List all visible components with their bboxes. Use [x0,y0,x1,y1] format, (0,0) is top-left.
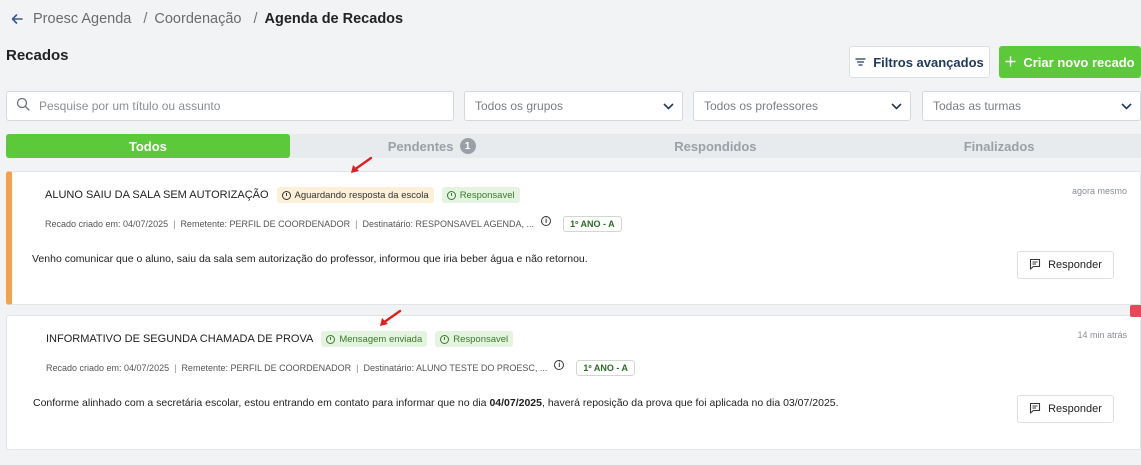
meta-separator: | [356,363,359,373]
status-badge-label: Mensagem enviada [339,333,423,345]
classes-select-value: Todas as turmas [933,99,1022,113]
filter-icon [855,55,866,70]
recipient: Destinatário: RESPONSAVEL AGENDA, ... [362,219,535,229]
message-meta: Recado criado em: 04/07/2025 | Remetente… [46,360,636,376]
class-badge: 1º ANO - A [563,216,622,232]
pending-count-badge: 1 [459,138,476,154]
message-icon [1029,258,1041,273]
sender: Remetente: PERFIL DE COORDENADOR [180,219,351,229]
classes-select[interactable]: Todas as turmas [922,91,1141,121]
search-box[interactable] [6,91,454,121]
clock-icon [440,334,450,344]
teachers-select-value: Todos os professores [704,99,819,113]
tab-pendentes[interactable]: Pendentes 1 [290,134,574,158]
message-card[interactable]: ALUNO SAIU DA SALA SEM AUTORIZAÇÃO Aguar… [6,171,1141,305]
reply-label: Responder [1048,259,1102,271]
groups-select-value: Todos os grupos [475,99,564,113]
reply-label: Responder [1048,403,1102,415]
search-icon [16,97,30,116]
chevron-down-icon [663,99,674,113]
message-time: agora mesmo [1071,186,1127,196]
teachers-select[interactable]: Todos os professores [693,91,911,121]
meta-separator: | [173,219,176,229]
tab-todos[interactable]: Todos [6,134,290,158]
status-tabs: Todos Pendentes 1 Respondidos Finalizado… [6,134,1141,158]
audience-badge: Responsavel [441,187,520,203]
message-title-row: INFORMATIVO DE SEGUNDA CHAMADA DE PROVA … [46,331,514,347]
annotation-arrow-icon [351,156,373,173]
info-icon[interactable]: i [541,216,552,226]
status-badge: Mensagem enviada [321,331,428,347]
audience-badge: Responsavel [435,331,514,347]
breadcrumb-separator: / [253,11,258,27]
create-message-button[interactable]: Criar novo recado [999,46,1141,78]
audience-badge-label: Responsavel [453,333,509,345]
clock-icon [281,190,291,200]
message-body: Venho comunicar que o aluno, saiu da sal… [32,253,588,265]
breadcrumb-separator: / [143,11,148,27]
class-badge: 1º ANO - A [576,360,636,376]
reply-button[interactable]: Responder [1017,251,1114,279]
message-card[interactable]: INFORMATIVO DE SEGUNDA CHAMADA DE PROVA … [6,315,1141,450]
audience-badge-label: Responsavel [459,189,515,201]
reply-button[interactable]: Responder [1017,395,1114,423]
chevron-down-icon [891,99,902,113]
breadcrumb-current: Agenda de Recados [264,11,404,27]
meta-separator: | [174,363,177,373]
advanced-filters-button[interactable]: Filtros avançados [849,46,990,78]
message-body: Conforme alinhado com a secretária escol… [33,397,839,409]
message-meta: Recado criado em: 04/07/2025 | Remetente… [45,216,622,232]
tab-label: Respondidos [674,138,757,154]
plus-icon [1005,55,1017,70]
clock-icon [446,190,456,200]
page-title: Recados [6,47,69,64]
groups-select[interactable]: Todos os grupos [464,91,683,121]
recipient: Destinatário: ALUNO TESTE DO PROESC, ... [363,363,548,373]
side-notification-tab[interactable] [1130,305,1141,317]
breadcrumb-item-coordenacao[interactable]: Coordenação [154,11,241,27]
breadcrumb: Proesc Agenda / Coordenação / Agenda de … [10,10,403,28]
meta-separator: | [355,219,358,229]
create-message-label: Criar novo recado [1023,54,1135,70]
created-date: Recado criado em: 04/07/2025 [46,363,170,373]
clock-icon [326,334,336,344]
message-body-start: Conforme alinhado com a secretária escol… [33,397,490,409]
tab-finalizados[interactable]: Finalizados [857,134,1141,158]
message-body-end: , haverá reposição da prova que foi apli… [542,397,839,409]
status-badge: Aguardando resposta da escola [276,187,434,203]
created-date: Recado criado em: 04/07/2025 [45,219,169,229]
tab-label: Todos [128,138,167,154]
annotation-arrow-icon [380,309,402,326]
tab-respondidos[interactable]: Respondidos [574,134,858,158]
advanced-filters-label: Filtros avançados [873,54,984,70]
back-arrow-icon[interactable] [10,12,24,26]
breadcrumb-item-agenda[interactable]: Proesc Agenda [33,11,131,27]
message-title-row: ALUNO SAIU DA SALA SEM AUTORIZAÇÃO Aguar… [45,187,520,203]
message-icon [1029,402,1041,417]
status-badge-label: Aguardando resposta da escola [294,189,429,201]
tab-label: Pendentes [387,138,454,154]
message-time: 14 min atrás [1077,330,1127,340]
search-input[interactable] [39,99,453,113]
info-icon[interactable]: i [554,360,565,370]
tab-label: Finalizados [963,138,1035,154]
message-body-date: 04/07/2025 [489,397,542,409]
message-title: INFORMATIVO DE SEGUNDA CHAMADA DE PROVA [46,333,314,345]
chevron-down-icon [1121,99,1132,113]
message-title: ALUNO SAIU DA SALA SEM AUTORIZAÇÃO [45,189,269,201]
sender: Remetente: PERFIL DE COORDENADOR [181,363,352,373]
